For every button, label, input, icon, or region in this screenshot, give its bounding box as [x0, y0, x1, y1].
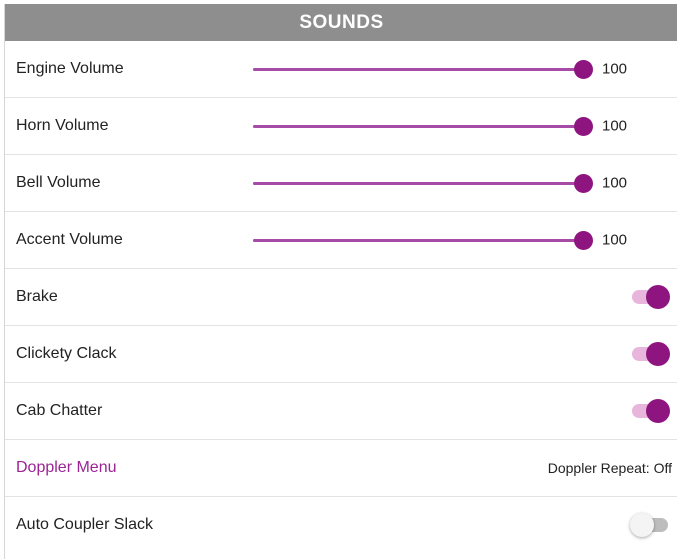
doppler-row: Doppler Menu Doppler Repeat: Off — [5, 440, 677, 497]
slider-fill — [253, 182, 583, 185]
auto-coupler-row: Auto Coupler Slack — [5, 497, 677, 553]
brake-label: Brake — [16, 288, 58, 305]
toggle-knob — [646, 342, 670, 366]
auto-coupler-slack-toggle[interactable] — [630, 513, 668, 537]
slider-fill — [253, 68, 583, 71]
engine-volume-value: 100 — [602, 60, 628, 78]
cab-chatter-row: Cab Chatter — [5, 383, 677, 440]
accent-volume-row: Accent Volume 100 — [5, 212, 677, 269]
accent-volume-value: 100 — [602, 231, 628, 249]
bell-volume-value: 100 — [602, 174, 628, 192]
engine-volume-slider[interactable] — [253, 59, 593, 79]
engine-volume-row: Engine Volume 100 — [5, 41, 677, 98]
bell-volume-row: Bell Volume 100 — [5, 155, 677, 212]
clickety-clack-toggle[interactable] — [632, 342, 670, 366]
clickety-clack-row: Clickety Clack — [5, 326, 677, 383]
slider-thumb[interactable] — [574, 117, 593, 136]
page-title: SOUNDS — [299, 11, 384, 33]
auto-coupler-slack-label: Auto Coupler Slack — [16, 516, 153, 533]
horn-volume-row: Horn Volume 100 — [5, 98, 677, 155]
sounds-header: SOUNDS — [5, 4, 677, 41]
slider-thumb[interactable] — [574, 60, 593, 79]
accent-volume-label: Accent Volume — [16, 231, 123, 248]
sounds-panel: SOUNDS Engine Volume 100 Horn Volume 100… — [4, 4, 677, 559]
cab-chatter-toggle[interactable] — [632, 399, 670, 423]
toggle-knob — [646, 285, 670, 309]
doppler-repeat-status: Doppler Repeat: Off — [547, 460, 672, 476]
slider-fill — [253, 239, 583, 242]
horn-volume-value: 100 — [602, 117, 628, 135]
bell-volume-slider[interactable] — [253, 173, 593, 193]
cab-chatter-label: Cab Chatter — [16, 402, 103, 419]
horn-volume-label: Horn Volume — [16, 117, 109, 134]
doppler-menu-link[interactable]: Doppler Menu — [16, 459, 117, 477]
slider-thumb[interactable] — [574, 231, 593, 250]
bell-volume-label: Bell Volume — [16, 174, 101, 191]
toggle-knob — [630, 513, 654, 537]
brake-row: Brake — [5, 269, 677, 326]
accent-volume-slider[interactable] — [253, 230, 593, 250]
brake-toggle[interactable] — [632, 285, 670, 309]
slider-thumb[interactable] — [574, 174, 593, 193]
slider-fill — [253, 125, 583, 128]
clickety-clack-label: Clickety Clack — [16, 345, 117, 362]
toggle-knob — [646, 399, 670, 423]
engine-volume-label: Engine Volume — [16, 60, 124, 77]
horn-volume-slider[interactable] — [253, 116, 593, 136]
